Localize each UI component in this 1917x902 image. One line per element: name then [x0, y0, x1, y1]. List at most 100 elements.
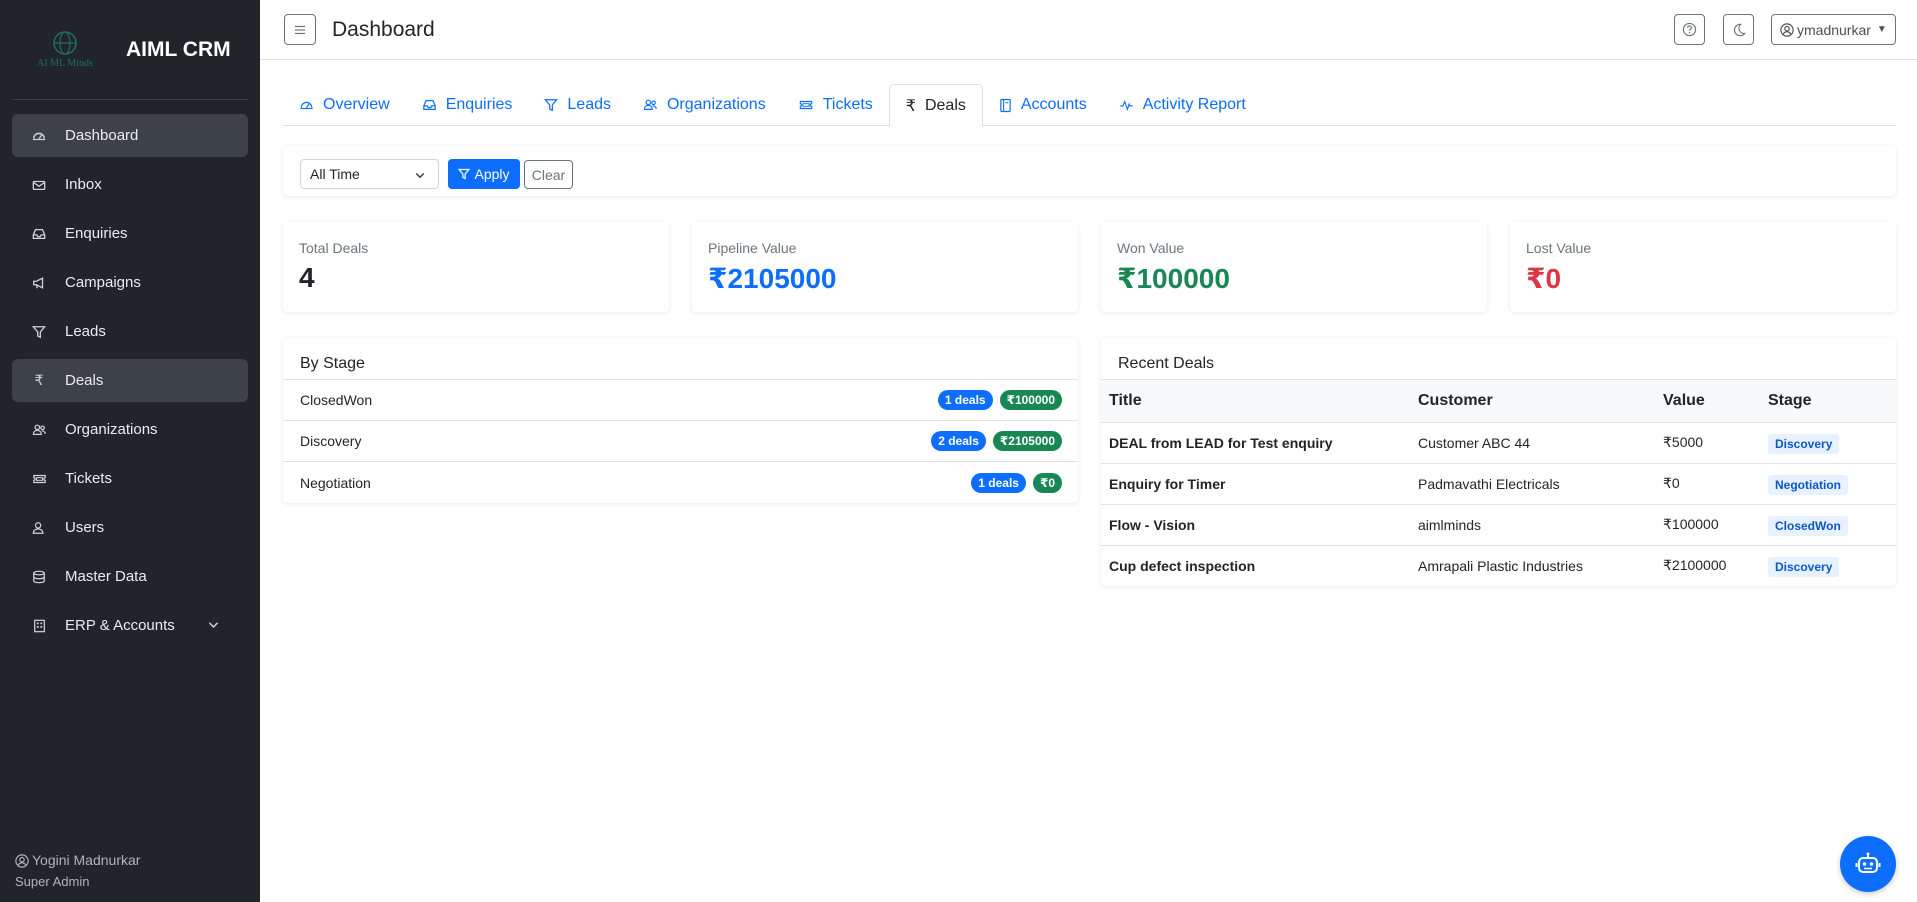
deal-value-badge: ₹0 — [1032, 472, 1062, 493]
stage-badge: Negotiation — [1768, 474, 1848, 495]
people-icon — [643, 98, 658, 112]
tab-accounts[interactable]: Accounts — [983, 84, 1103, 126]
deal-customer: Padmavathi Electricals — [1410, 463, 1655, 505]
journal-icon — [999, 98, 1012, 113]
help-button[interactable] — [1674, 14, 1705, 45]
page-title: Dashboard — [332, 18, 435, 41]
stat-value: 4 — [299, 262, 315, 293]
stat-card-pipeline-value: Pipeline Value ₹2105000 — [692, 222, 1078, 312]
stat-value: ₹0 — [1526, 263, 1562, 294]
table-row[interactable]: Enquiry for Timer Padmavathi Electricals… — [1101, 463, 1896, 505]
sidebar-user: Yogini Madnurkar Super Admin — [15, 850, 140, 892]
deal-stage-cell: ClosedWon — [1760, 504, 1896, 546]
recent-deals-table: Title Customer Value Stage DEAL from LEA… — [1101, 380, 1896, 586]
enquiries-icon — [31, 226, 47, 242]
deal-value: ₹2100000 — [1663, 557, 1727, 574]
period-select[interactable]: All Time — [300, 159, 439, 189]
caret-down-icon: ▼ — [1876, 24, 1887, 35]
theme-toggle-button[interactable] — [1723, 14, 1754, 45]
person-circle-icon — [15, 853, 29, 868]
sidebar-item-users[interactable]: Users — [12, 506, 248, 549]
chevron-down-icon — [414, 168, 426, 184]
tab-organizations[interactable]: Organizations — [627, 84, 782, 126]
sidebar-item-erp-accounts[interactable]: ERP & Accounts — [12, 604, 248, 647]
tab-label: Overview — [323, 96, 390, 113]
filter-bar: All Time Apply Clear — [283, 146, 1896, 196]
column-header-customer[interactable]: Customer — [1410, 380, 1655, 423]
sidebar-item-campaigns[interactable]: Campaigns — [12, 261, 248, 304]
person-circle-icon — [1780, 22, 1794, 37]
funnel-icon — [458, 168, 471, 180]
username: ymadnurkar — [1797, 21, 1871, 38]
sidebar-item-label: Leads — [65, 323, 106, 340]
rupee-icon: ₹ — [34, 372, 44, 388]
tab-enquiries[interactable]: Enquiries — [406, 84, 529, 126]
dashboard-tabs: Overview Enquiries Leads Organizations T… — [283, 84, 1896, 127]
table-row[interactable]: Cup defect inspection Amrapali Plastic I… — [1101, 545, 1896, 586]
ticket-icon — [31, 471, 47, 487]
menu-icon — [295, 25, 305, 34]
stage-row: Discovery 2 deals ₹2105000 — [283, 421, 1078, 462]
column-header-title[interactable]: Title — [1101, 380, 1410, 423]
deal-title: DEAL from LEAD for Test enquiry — [1101, 422, 1410, 464]
brand-logo[interactable]: AI ML Minds — [26, 24, 104, 76]
sidebar-item-label: Inbox — [65, 176, 102, 193]
moon-icon — [1733, 23, 1746, 36]
stat-label: Total Deals — [299, 240, 369, 256]
activity-icon — [1119, 98, 1134, 112]
apply-button[interactable]: Apply — [448, 159, 520, 189]
sidebar-toggle-button[interactable] — [284, 14, 316, 45]
stage-row: ClosedWon 1 deals ₹100000 — [283, 380, 1078, 421]
inbox-icon — [31, 177, 47, 193]
stat-value: ₹2105000 — [708, 263, 837, 294]
period-select-value: All Time — [310, 166, 360, 182]
tab-leads[interactable]: Leads — [528, 84, 627, 126]
sidebar-user-name: Yogini Madnurkar — [32, 852, 141, 868]
recent-deals-card: Recent Deals Title Customer Value Stage … — [1101, 338, 1896, 586]
column-header-stage[interactable]: Stage — [1760, 380, 1896, 423]
stat-card-won-value: Won Value ₹100000 — [1101, 222, 1487, 312]
building-icon — [31, 618, 47, 634]
sidebar-item-enquiries[interactable]: Enquiries — [12, 212, 248, 255]
sidebar-item-deals[interactable]: ₹ Deals — [12, 359, 248, 402]
sidebar-item-label: Tickets — [65, 470, 112, 487]
tab-tickets[interactable]: Tickets — [782, 84, 889, 126]
question-circle-icon — [1682, 22, 1697, 37]
sidebar-item-leads[interactable]: Leads — [12, 310, 248, 353]
column-header-value[interactable]: Value — [1655, 380, 1760, 423]
table-row[interactable]: DEAL from LEAD for Test enquiry Customer… — [1101, 422, 1896, 464]
card-title: Recent Deals — [1101, 348, 1896, 380]
deal-stage-cell: Discovery — [1760, 545, 1896, 586]
sidebar-item-inbox[interactable]: Inbox — [12, 163, 248, 206]
logo-text: AI ML Minds — [37, 58, 93, 69]
stat-card-lost-value: Lost Value ₹0 — [1510, 222, 1896, 312]
tab-overview[interactable]: Overview — [283, 84, 406, 126]
deal-title: Cup defect inspection — [1109, 557, 1256, 574]
inbox-icon — [422, 98, 437, 112]
robot-icon — [1855, 852, 1881, 873]
deal-stage-cell: Negotiation — [1760, 463, 1896, 505]
sidebar-user-role: Super Admin — [15, 874, 90, 889]
stat-card-total-deals: Total Deals 4 — [283, 222, 669, 312]
brand: AI ML Minds AIML CRM — [12, 0, 248, 100]
sidebar-item-master-data[interactable]: Master Data — [12, 555, 248, 598]
logo-globe-icon — [53, 31, 77, 55]
sidebar-item-label: Users — [65, 519, 105, 536]
deal-value: ₹0 — [1655, 463, 1760, 505]
chevron-down-icon[interactable] — [207, 618, 220, 635]
chatbot-button[interactable] — [1840, 836, 1896, 892]
sidebar-item-dashboard[interactable]: Dashboard — [12, 114, 248, 157]
user-menu-button[interactable]: ymadnurkar ▼ — [1771, 14, 1896, 45]
ticket-icon — [798, 98, 814, 112]
tab-deals[interactable]: ₹ Deals — [888, 84, 983, 127]
table-row[interactable]: Flow - Vision aimlminds ₹100000 ClosedWo… — [1101, 504, 1896, 546]
deal-value: ₹5000 — [1655, 422, 1760, 464]
stage-row: Negotiation 1 deals ₹0 — [283, 462, 1078, 503]
funnel-icon — [31, 324, 47, 340]
clear-button[interactable]: Clear — [524, 160, 573, 189]
tab-activity-report[interactable]: Activity Report — [1103, 84, 1262, 126]
tab-label: Activity Report — [1142, 96, 1246, 113]
sidebar-item-organizations[interactable]: Organizations — [12, 408, 248, 451]
deal-count-badge: 1 deals — [971, 472, 1026, 493]
sidebar-item-tickets[interactable]: Tickets — [12, 457, 248, 500]
